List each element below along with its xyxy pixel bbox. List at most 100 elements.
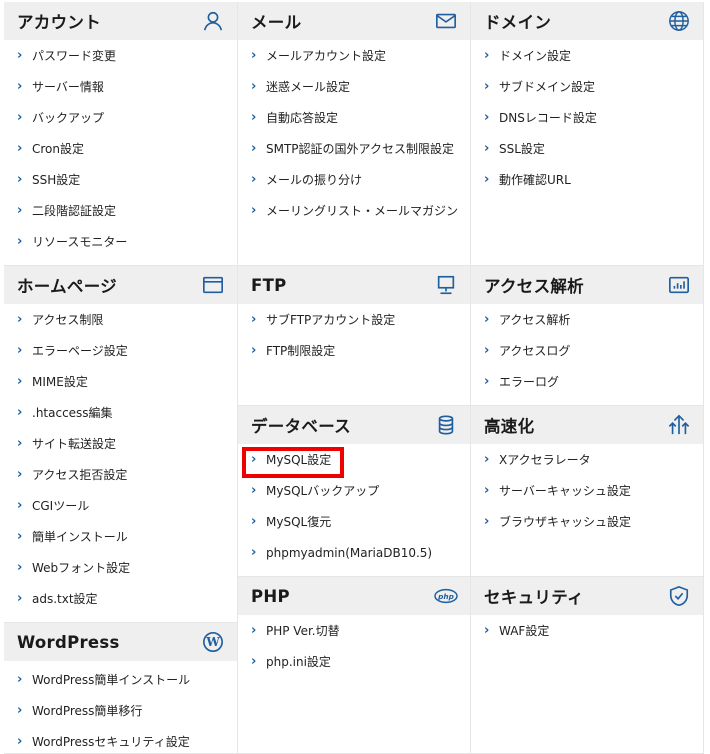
menu-link[interactable]: サーバー情報 — [4, 71, 237, 102]
menu-link-label: パスワード変更 — [32, 49, 117, 63]
panel-database: データベース MySQL設定 MySQLバックアップ MySQL復元 phpmyadm… — [238, 406, 471, 577]
menu-link[interactable]: 二段階認証設定 — [4, 195, 237, 226]
menu-link[interactable]: SSH設定 — [4, 164, 237, 195]
panel-title: メール — [251, 13, 302, 32]
menu-link[interactable]: アクセスログ — [471, 335, 703, 366]
menu-link[interactable]: SMTP認証の国外アクセス制限設定 — [238, 133, 470, 164]
panel-items: WordPress簡単インストール WordPress簡単移行 WordPressセ… — [4, 664, 237, 754]
menu-link[interactable]: FTP制限設定 — [238, 335, 470, 366]
panel-items: PHP Ver.切替 php.ini設定 — [238, 615, 470, 677]
panel-items: サブFTPアカウント設定 FTP制限設定 — [238, 304, 470, 366]
menu-link[interactable]: CGIツール — [4, 490, 237, 521]
panel-title: アカウント — [17, 13, 101, 32]
menu-link-label: サイト転送設定 — [32, 437, 117, 451]
chevron-right-icon — [17, 529, 28, 544]
menu-link[interactable]: サイト転送設定 — [4, 428, 237, 459]
menu-link[interactable]: WordPressセキュリティ設定 — [4, 726, 237, 754]
menu-link-label: サーバーキャッシュ設定 — [499, 484, 631, 498]
menu-link[interactable]: .htaccess編集 — [4, 397, 237, 428]
menu-link[interactable]: バックアップ — [4, 102, 237, 133]
menu-link[interactable]: パスワード変更 — [4, 40, 237, 71]
chevron-right-icon — [17, 591, 28, 606]
menu-link[interactable]: 動作確認URL — [471, 164, 703, 195]
envelope-icon — [435, 10, 457, 32]
menu-link[interactable]: サブドメイン設定 — [471, 71, 703, 102]
menu-link[interactable]: phpmyadmin(MariaDB10.5) — [238, 537, 470, 568]
chevron-right-icon — [17, 141, 28, 156]
php-icon: php — [433, 585, 459, 607]
menu-link[interactable]: DNSレコード設定 — [471, 102, 703, 133]
menu-link[interactable]: メールの振り分け — [238, 164, 470, 195]
menu-link[interactable]: エラーページ設定 — [4, 335, 237, 366]
menu-link[interactable]: ドメイン設定 — [471, 40, 703, 71]
panel-account: アカウント パスワード変更サーバー情報バックアップ Cron設定 SSH設定二段階認… — [4, 2, 238, 266]
chevron-right-icon — [484, 374, 495, 389]
menu-link[interactable]: MIME設定 — [4, 366, 237, 397]
chevron-right-icon — [251, 79, 262, 94]
menu-link[interactable]: Webフォント設定 — [4, 552, 237, 583]
menu-link[interactable]: php.ini設定 — [238, 646, 470, 677]
menu-link[interactable]: PHP Ver.切替 — [238, 615, 470, 646]
menu-link[interactable]: サーバーキャッシュ設定 — [471, 475, 703, 506]
menu-link-label: ドメイン設定 — [499, 49, 572, 63]
chevron-right-icon — [17, 734, 28, 749]
panel-wordpress: WordPress W WordPress簡単インストールWordPress簡単… — [4, 623, 238, 754]
menu-link-label: メールアカウント設定 — [266, 49, 387, 63]
menu-link[interactable]: アクセス拒否設定 — [4, 459, 237, 490]
chevron-right-icon — [484, 343, 495, 358]
panel-items: アクセス制限エラーページ設定 MIME設定 .htaccess編集サイト転送設定アク… — [4, 304, 237, 614]
wordpress-icon: W — [202, 631, 224, 653]
menu-link[interactable]: リソースモニター — [4, 226, 237, 257]
menu-link[interactable]: ブラウザキャッシュ設定 — [471, 506, 703, 537]
menu-link[interactable]: 自動応答設定 — [238, 102, 470, 133]
menu-link[interactable]: MySQLバックアップ — [238, 475, 470, 506]
menu-link[interactable]: MySQL復元 — [238, 506, 470, 537]
menu-link[interactable]: 迷惑メール設定 — [238, 71, 470, 102]
menu-link-label: リソースモニター — [32, 235, 128, 249]
panel-header: メール — [238, 2, 470, 40]
menu-link[interactable]: メールアカウント設定 — [238, 40, 470, 71]
menu-link[interactable]: サブFTPアカウント設定 — [238, 304, 470, 335]
panel-title: データベース — [251, 417, 351, 436]
menu-link[interactable]: ads.txt設定 — [4, 583, 237, 614]
menu-link[interactable]: WAF設定 — [471, 615, 703, 646]
chevron-right-icon — [17, 467, 28, 482]
chevron-right-icon — [17, 498, 28, 513]
menu-link[interactable]: SSL設定 — [471, 133, 703, 164]
menu-link[interactable]: Xアクセラレータ — [471, 444, 703, 475]
panel-mail: メール メールアカウント設定迷惑メール設定自動応答設定 SMTP認証の国外アクセス… — [238, 2, 471, 266]
panel-title: 高速化 — [484, 417, 535, 436]
user-icon — [202, 10, 224, 32]
menu-link[interactable]: Cron設定 — [4, 133, 237, 164]
panel-header: セキュリティ — [471, 577, 703, 615]
menu-link-label: MySQL復元 — [266, 515, 332, 529]
menu-link-label: 迷惑メール設定 — [266, 80, 351, 94]
menu-link-label: WordPressセキュリティ設定 — [32, 735, 190, 749]
chevron-right-icon — [484, 623, 495, 638]
menu-link-label: アクセス拒否設定 — [32, 468, 128, 482]
panel-speed: 高速化 Xアクセラレータサーバーキャッシュ設定ブラウザキャッシュ設定 — [471, 406, 704, 577]
menu-link-label: MySQLバックアップ — [266, 484, 380, 498]
panel-title: ドメイン — [484, 13, 552, 32]
menu-link[interactable]: アクセス解析 — [471, 304, 703, 335]
chevron-right-icon — [484, 452, 495, 467]
menu-link[interactable]: エラーログ — [471, 366, 703, 397]
menu-link[interactable]: メーリングリスト・メールマガジン — [238, 195, 470, 226]
chevron-right-icon — [17, 672, 28, 687]
chevron-right-icon — [251, 654, 262, 669]
menu-link[interactable]: WordPress簡単移行 — [4, 695, 237, 726]
menu-link[interactable]: アクセス制限 — [4, 304, 237, 335]
database-icon — [435, 414, 457, 436]
panel-title: PHP — [251, 586, 290, 606]
panel-header: データベース — [238, 406, 470, 444]
menu-link[interactable]: WordPress簡単インストール — [4, 664, 237, 695]
menu-link-label: バックアップ — [32, 111, 105, 125]
menu-link-label: サブドメイン設定 — [499, 80, 596, 94]
menu-link[interactable]: 簡単インストール — [4, 521, 237, 552]
chevron-right-icon — [17, 436, 28, 451]
chevron-right-icon — [484, 172, 495, 187]
globe-icon — [668, 10, 690, 32]
menu-link-label: ads.txt設定 — [32, 592, 98, 606]
chevron-right-icon — [17, 312, 28, 327]
menu-link[interactable]: MySQL設定 — [238, 444, 470, 475]
